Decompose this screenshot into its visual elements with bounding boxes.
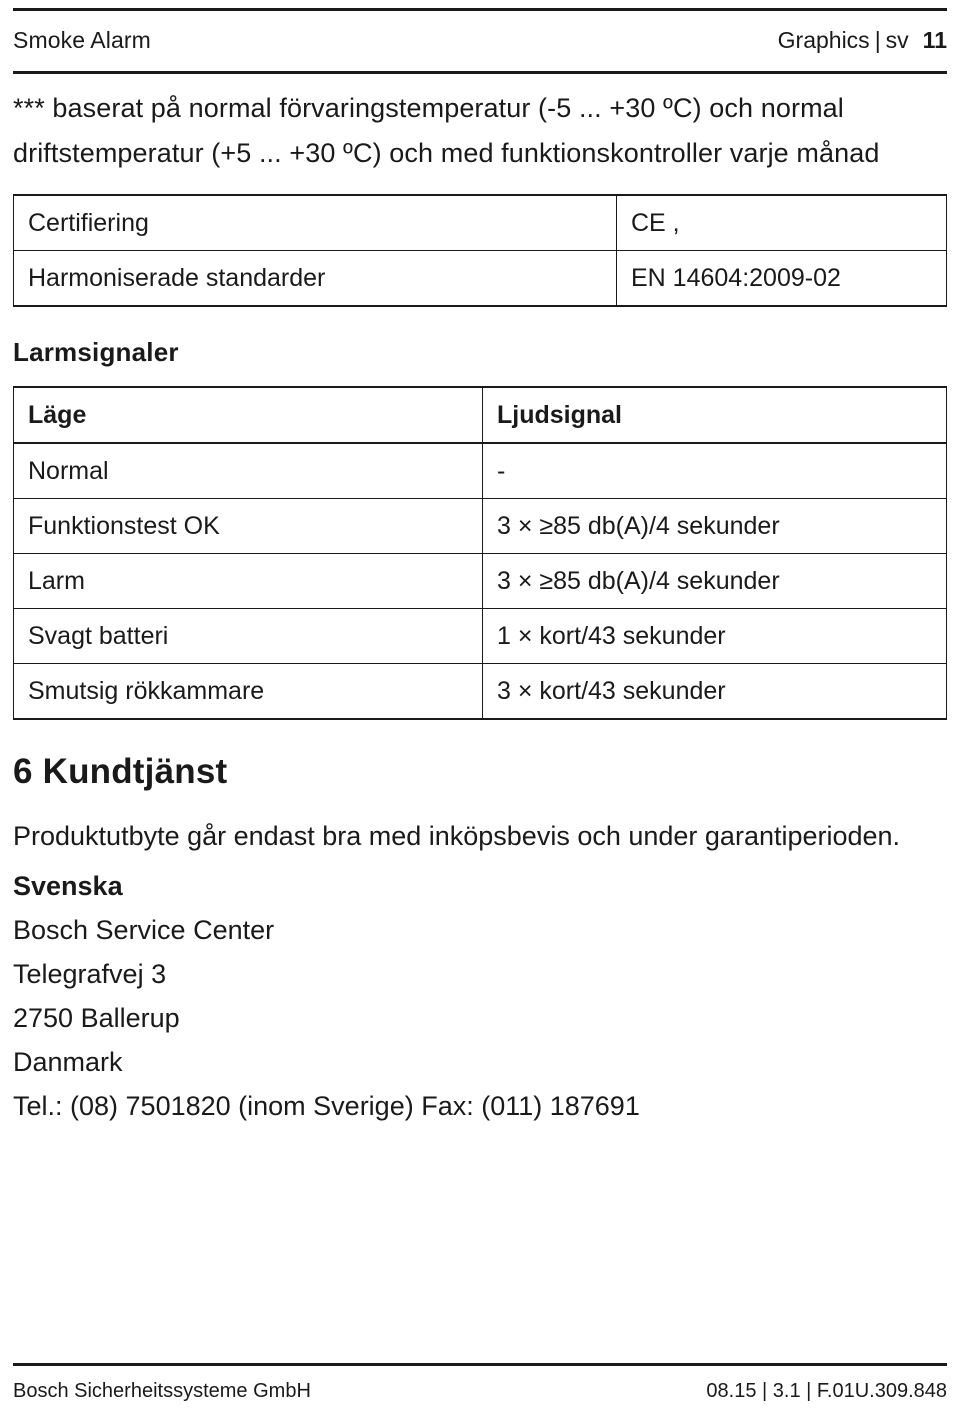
- alarm-mode: Larm: [13, 553, 483, 609]
- alarm-mode: Smutsig rökkammare: [13, 663, 483, 720]
- column-header-mode: Läge: [13, 386, 483, 444]
- running-footer: Bosch Sicherheitssysteme GmbH 08.15 | 3.…: [13, 1363, 947, 1403]
- alarm-signal: 3 × kort/43 sekunder: [482, 663, 947, 720]
- alarm-signal: 3 × ≥85 db(A)/4 sekunder: [482, 553, 947, 609]
- cert-row-value: CE ,: [616, 194, 947, 251]
- header-rule-bottom: [13, 71, 947, 74]
- alarm-signal: -: [482, 442, 947, 499]
- footer-document-code: 08.15 | 3.1 | F.01U.309.848: [706, 1380, 947, 1402]
- table-row: Larm 3 × ≥85 db(A)/4 sekunder: [13, 553, 947, 609]
- alarm-signal: 1 × kort/43 sekunder: [482, 608, 947, 664]
- alarm-mode: Svagt batteri: [13, 608, 483, 664]
- cert-row-label: Harmoniserade standarder: [13, 250, 617, 307]
- running-header: Smoke Alarm Graphics | sv 11: [13, 11, 947, 71]
- alarm-mode: Funktionstest OK: [13, 498, 483, 554]
- cert-row-value: EN 14604:2009-02: [616, 250, 947, 307]
- table-row: Certifiering CE ,: [13, 194, 947, 251]
- address-contact-line: Tel.: (08) 7501820 (inom Sverige) Fax: (…: [13, 1091, 640, 1121]
- customer-service-heading: 6 Kundtjänst: [13, 752, 228, 791]
- header-language: sv: [885, 27, 909, 53]
- column-header-signal: Ljudsignal: [482, 386, 947, 444]
- document-page: Smoke Alarm Graphics | sv 11 *** baserat på…: [0, 8, 960, 1415]
- table-row: Normal -: [13, 442, 947, 499]
- header-separator: |: [874, 27, 881, 53]
- address-country-heading: Svenska: [13, 871, 123, 901]
- footer-content: Bosch Sicherheitssysteme GmbH 08.15 | 3.…: [13, 1366, 947, 1403]
- table-row: Funktionstest OK 3 × ≥85 db(A)/4 sekunde…: [13, 498, 947, 554]
- alarm-signals-table: Läge Ljudsignal Normal - Funktionstest O…: [13, 386, 947, 720]
- certification-table: Certifiering CE , Harmoniserade standard…: [13, 194, 947, 307]
- table-row: Smutsig rökkammare 3 × kort/43 sekunder: [13, 663, 947, 720]
- address-line: Danmark: [13, 1047, 123, 1077]
- alarm-signal: 3 × ≥85 db(A)/4 sekunder: [482, 498, 947, 554]
- footnote-text: *** baserat på normal förvaringstemperat…: [13, 93, 880, 168]
- table-row: Harmoniserade standarder EN 14604:2009-0…: [13, 250, 947, 307]
- footer-company-name: Bosch Sicherheitssysteme GmbH: [13, 1380, 311, 1402]
- alarm-signals-heading: Larmsignaler: [13, 337, 179, 367]
- alarm-mode: Normal: [13, 442, 483, 499]
- header-page-info: Graphics | sv 11: [778, 27, 947, 54]
- header-section-label: Graphics: [777, 27, 870, 53]
- address-line: Bosch Service Center: [13, 915, 275, 945]
- table-row: Svagt batteri 1 × kort/43 sekunder: [13, 608, 947, 664]
- table-header-row: Läge Ljudsignal: [13, 386, 947, 444]
- address-line: 2750 Ballerup: [13, 1003, 180, 1033]
- service-address-block: Svenska Bosch Service Center Telegrafvej…: [13, 864, 947, 1128]
- customer-service-paragraph: Produktutbyte går endast bra med inköpsb…: [13, 821, 901, 851]
- address-line: Telegrafvej 3: [13, 959, 167, 989]
- document-title: Smoke Alarm: [13, 27, 151, 53]
- page-number: 11: [922, 27, 947, 53]
- cert-row-label: Certifiering: [13, 194, 617, 251]
